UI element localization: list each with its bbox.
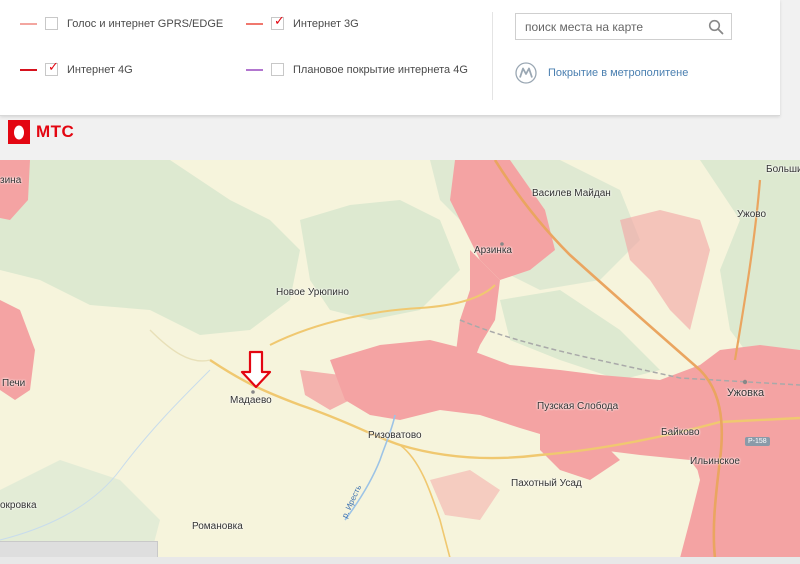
place-dot	[251, 390, 255, 394]
metro-label[interactable]: Покрытие в метрополитене	[548, 67, 688, 79]
place-label: Арзинка	[474, 245, 512, 256]
place-label: Ризоватово	[368, 430, 422, 441]
search-box[interactable]	[515, 13, 732, 40]
metro-coverage-link[interactable]: Покрытие в метрополитене	[515, 62, 688, 84]
bottom-strip	[0, 557, 800, 564]
place-label: Пузская Слобода	[537, 401, 619, 412]
legend-item-4g[interactable]: ✓ Интернет 4G	[20, 59, 133, 76]
coverage-area	[430, 470, 500, 520]
place-label: Ужово	[737, 209, 767, 220]
check-icon: ✓	[274, 13, 285, 28]
horizontal-scrollbar[interactable]	[0, 541, 158, 558]
place-label: окровка	[0, 500, 37, 511]
legend-line-3g	[246, 22, 263, 25]
legend-line-planned-4g	[246, 68, 263, 71]
checkbox-planned-4g[interactable]	[271, 63, 284, 76]
place-label: Романовка	[192, 521, 243, 532]
checkbox-4g[interactable]: ✓	[45, 59, 59, 76]
legend-label-3g: Интернет 3G	[293, 17, 359, 30]
coverage-panel: Голос и интернет GPRS/EDGE ✓ Интернет 3G…	[0, 0, 780, 116]
place-dot	[742, 379, 748, 385]
legend-label-gprs: Голос и интернет GPRS/EDGE	[67, 17, 224, 30]
road-number-badge: Р-158	[745, 437, 770, 446]
place-label: Василев Майдан	[532, 188, 611, 199]
mts-egg-icon	[8, 120, 30, 144]
place-label: Пахотный Усад	[511, 478, 582, 489]
search-input[interactable]	[516, 14, 705, 39]
place-label: зина	[0, 175, 22, 186]
legend-line-gprs	[20, 22, 37, 25]
coverage-map[interactable]: зина Большие Василев Майдан Ужово Арзинк…	[0, 160, 800, 558]
logo-label: МТС	[36, 122, 75, 141]
legend-item-3g[interactable]: ✓ Интернет 3G	[246, 13, 359, 30]
legend-label-4g: Интернет 4G	[67, 63, 133, 76]
place-label: Мадаево	[230, 395, 272, 406]
check-icon: ✓	[48, 59, 59, 74]
forest-area	[0, 160, 300, 335]
metro-icon	[515, 62, 537, 84]
place-label: Байково	[661, 427, 700, 438]
place-label: Большие	[766, 164, 800, 175]
place-label: Печи	[2, 378, 26, 389]
mts-logo[interactable]: МТС	[8, 120, 74, 144]
place-label: Ильинское	[690, 456, 740, 467]
search-icon[interactable]	[708, 19, 724, 35]
checkbox-3g[interactable]: ✓	[271, 13, 285, 30]
legend-item-planned-4g[interactable]: Плановое покрытие интернета 4G	[246, 63, 468, 76]
map-canvas[interactable]	[0, 160, 800, 558]
place-label: Ужовка	[727, 387, 765, 399]
legend-label-planned-4g: Плановое покрытие интернета 4G	[293, 63, 468, 76]
checkbox-gprs[interactable]	[45, 17, 58, 30]
panel-divider	[492, 12, 493, 100]
legend-line-4g	[20, 68, 37, 71]
place-label: Новое Урюпино	[276, 287, 349, 298]
legend-item-gprs[interactable]: Голос и интернет GPRS/EDGE	[20, 17, 223, 30]
forest-area	[300, 200, 460, 320]
